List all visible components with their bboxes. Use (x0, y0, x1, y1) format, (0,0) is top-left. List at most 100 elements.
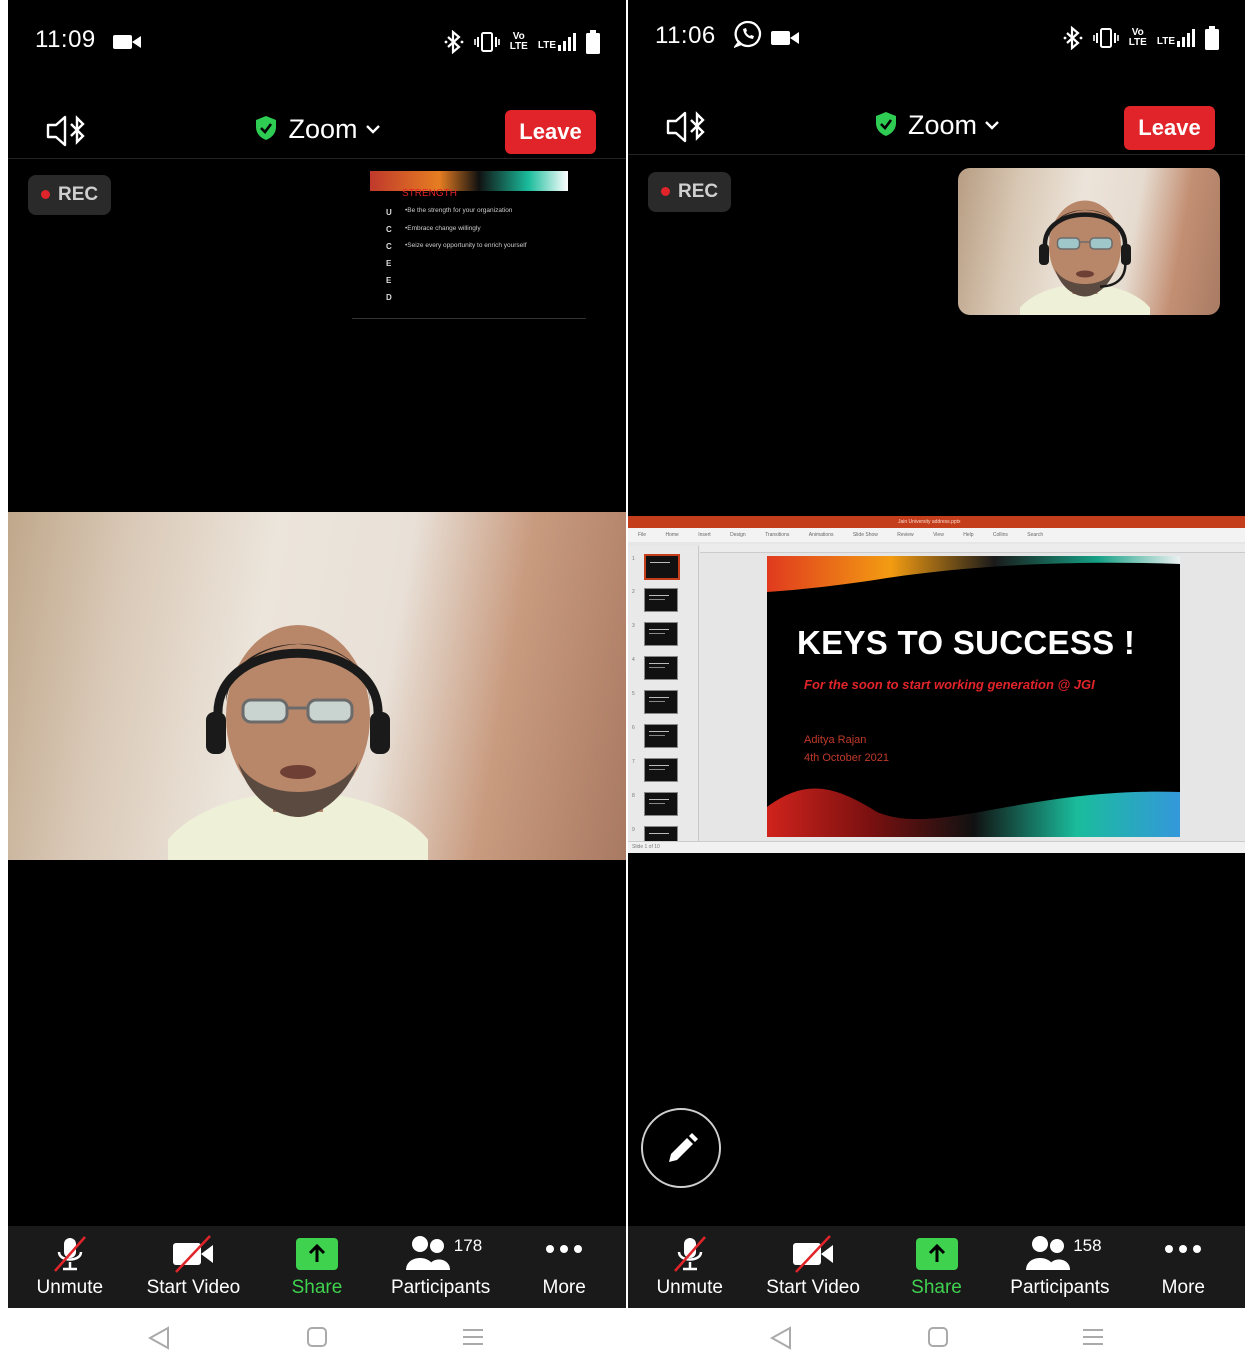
unmute-button[interactable]: Unmute (628, 1226, 751, 1308)
side-letter: C (386, 242, 392, 251)
whatsapp-icon (734, 20, 762, 48)
slide-wave-graphic (370, 171, 568, 191)
slide-thumbnail[interactable] (644, 758, 678, 782)
signal-icon (1177, 29, 1195, 47)
ppt-slide-thumbnails: 1 2 3 4 5 6 7 8 9 (628, 546, 699, 842)
slide-thumbnail[interactable] (644, 826, 678, 842)
speaker-video-thumbnail[interactable] (958, 168, 1220, 315)
security-shield-icon (256, 116, 277, 140)
right-screen: 11:06 Vo LTE LTE Zoom Leave REC Jain Uni… (628, 0, 1245, 1308)
home-nav-icon[interactable] (306, 1326, 328, 1348)
share-button[interactable]: Share (875, 1226, 998, 1308)
leave-button[interactable]: Leave (505, 110, 596, 154)
battery-icon (586, 30, 600, 54)
more-button[interactable]: More (502, 1226, 626, 1308)
participants-button[interactable]: 178 Participants (379, 1226, 503, 1308)
menu-nav-icon[interactable] (462, 1326, 484, 1348)
ppt-menu-item[interactable]: Design (730, 532, 746, 538)
slide-bullet: •Embrace change willingly (405, 224, 481, 232)
home-nav-icon[interactable] (927, 1326, 949, 1348)
speaker-video[interactable] (8, 512, 626, 860)
video-off-icon (793, 1235, 834, 1273)
volte-bottom-text: LTE (1128, 37, 1147, 48)
ppt-menu-item[interactable]: Slide Show (853, 532, 878, 538)
slide-thumbnail[interactable] (644, 656, 678, 680)
start-video-label: Start Video (146, 1277, 241, 1298)
start-video-button[interactable]: Start Video (132, 1226, 256, 1308)
share-button[interactable]: Share (255, 1226, 379, 1308)
meeting-toolbar: Unmute Start Video Share 158 Participant… (628, 1226, 1245, 1308)
ppt-menu-item[interactable]: View (933, 532, 944, 538)
slide-thumbnail[interactable] (644, 554, 680, 580)
microphone-muted-icon (53, 1236, 86, 1272)
more-label: More (1161, 1277, 1205, 1298)
shared-screen-thumbnail[interactable]: STRENGTH U C C E E D •Be the strength fo… (352, 171, 586, 319)
status-time: 11:06 (655, 22, 716, 49)
unmute-label: Unmute (36, 1277, 104, 1298)
chevron-down-icon (985, 121, 999, 130)
vibrate-icon (1092, 28, 1119, 48)
ppt-ribbon-menu: File Home Insert Design Transitions Anim… (628, 528, 1245, 542)
ppt-title-bar: Jain University address.pptx (628, 516, 1245, 528)
side-letter: U (386, 208, 392, 217)
status-bar: 11:09 Vo LTE LTE (8, 0, 626, 80)
meeting-toolbar: Unmute Start Video Share 178 Participant… (8, 1226, 626, 1308)
status-bar: 11:06 Vo LTE LTE (628, 0, 1245, 76)
ppt-menu-item[interactable]: Transitions (765, 532, 789, 538)
recording-dot-icon (41, 189, 50, 199)
menu-nav-icon[interactable] (1082, 1326, 1104, 1348)
slide-thumbnail[interactable] (644, 622, 678, 646)
participants-button[interactable]: 158 Participants (998, 1226, 1121, 1308)
more-button[interactable]: More (1122, 1226, 1245, 1308)
ppt-menu-item[interactable]: Review (897, 532, 913, 538)
slide-thumbnail[interactable] (644, 588, 678, 612)
more-dots-icon (546, 1245, 583, 1253)
ppt-menu-item[interactable]: Animations (809, 532, 834, 538)
pencil-icon (669, 1133, 698, 1162)
more-dots-icon (1165, 1245, 1202, 1253)
participants-label: Participants (390, 1277, 491, 1298)
thumb-number: 9 (632, 827, 635, 833)
ppt-menu-item[interactable]: Insert (698, 532, 711, 538)
speaker-figure (1020, 200, 1150, 315)
back-nav-icon[interactable] (148, 1326, 170, 1350)
thumb-number: 7 (632, 759, 635, 765)
back-nav-icon[interactable] (770, 1326, 792, 1350)
ppt-status-bar: Slide 1 of 10 (628, 841, 1245, 853)
ppt-menu-item[interactable]: Help (963, 532, 973, 538)
status-icons: Vo LTE LTE (1063, 26, 1219, 50)
start-video-button[interactable]: Start Video (751, 1226, 874, 1308)
ppt-window-title: Jain University address.pptx (898, 519, 961, 525)
ppt-menu-item[interactable]: Home (665, 532, 678, 538)
slide-thumbnail[interactable] (644, 724, 678, 748)
participants-icon (1025, 1236, 1070, 1270)
status-icons: Vo LTE LTE (444, 30, 600, 54)
android-nav-bar (0, 1320, 1245, 1361)
slide-wave-bottom (767, 788, 1180, 837)
slide-bullet: •Seize every opportunity to enrich yours… (405, 242, 527, 249)
ppt-menu-item[interactable]: File (638, 532, 646, 538)
slide-thumbnail[interactable] (644, 792, 678, 816)
speaker-figure (168, 625, 428, 860)
bluetooth-icon (444, 30, 464, 54)
leave-button[interactable]: Leave (1124, 106, 1215, 150)
unmute-button[interactable]: Unmute (8, 1226, 132, 1308)
slide-bullets: •Be the strength for your organization •… (405, 202, 527, 255)
annotate-button[interactable] (641, 1108, 721, 1188)
ppt-menu-item[interactable]: Collins (993, 532, 1008, 538)
thumb-number: 3 (632, 623, 635, 629)
shared-presentation[interactable]: Jain University address.pptx File Home I… (628, 516, 1245, 853)
recording-badge: REC (28, 175, 111, 215)
slide-thumbnail[interactable] (644, 690, 678, 714)
meeting-header: Zoom Leave (628, 88, 1245, 155)
video-off-icon (173, 1235, 214, 1273)
share-label: Share (911, 1277, 962, 1298)
side-letter: D (386, 293, 392, 302)
ppt-current-slide: KEYS TO SUCCESS ! For the soon to start … (767, 556, 1180, 837)
ppt-ruler (700, 544, 1245, 553)
unmute-label: Unmute (656, 1277, 723, 1298)
ppt-menu-item[interactable]: Search (1027, 532, 1043, 538)
volte-bottom-text: LTE (509, 41, 528, 52)
security-shield-icon (875, 112, 896, 136)
video-camera-icon (771, 31, 799, 45)
